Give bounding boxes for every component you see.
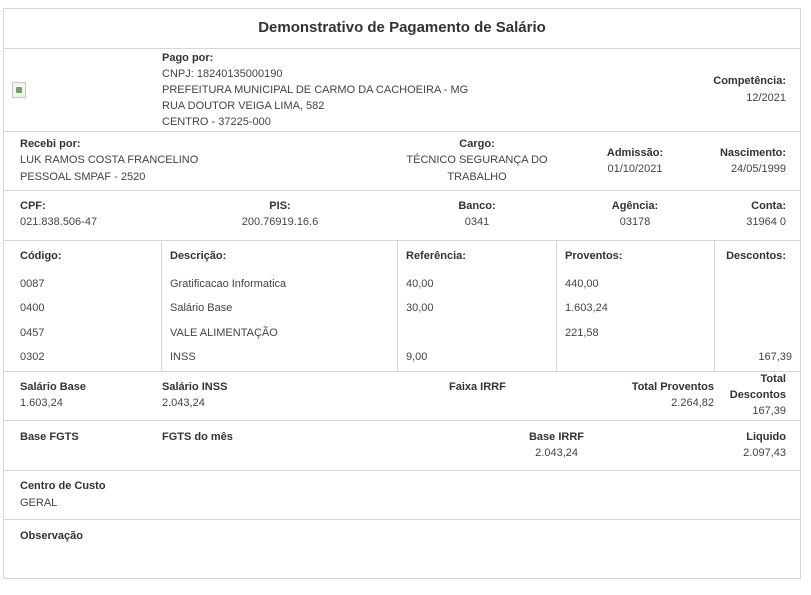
agencia-label: Agência:: [611, 200, 659, 212]
divider: [4, 470, 800, 471]
cell-proventos: 440,00: [565, 278, 599, 290]
payer-name: PREFEITURA MUNICIPAL DE CARMO DA CACHOEI…: [162, 84, 469, 96]
payer-district: CENTRO - 37225-000: [162, 116, 271, 128]
payer-label: Pago por:: [162, 52, 214, 64]
cell-referencia: 40,00: [406, 278, 434, 290]
conta-label: Conta:: [751, 200, 786, 212]
cell-codigo: 0457: [20, 327, 45, 339]
divider: [4, 371, 800, 372]
admissao-value: 01/10/2021: [607, 163, 663, 175]
header-descricao: Descrição:: [170, 250, 227, 262]
header-proventos: Proventos:: [565, 250, 623, 262]
employee-name: LUK RAMOS COSTA FRANCELINO: [20, 154, 199, 166]
conta-value: 31964 0: [746, 216, 786, 228]
salario-inss-label: Salário INSS: [162, 381, 228, 393]
header-descontos: Descontos:: [726, 250, 786, 262]
column-divider: [714, 240, 715, 371]
employee-unit: PESSOAL SMPAF - 2520: [20, 171, 146, 183]
total-descontos-label: Total: [760, 373, 786, 385]
cell-descricao: INSS: [170, 351, 196, 363]
broken-image-icon: [12, 82, 26, 98]
base-irrf-label: Base IRRF: [528, 431, 584, 443]
observacao-label: Observação: [20, 530, 83, 542]
liquido-label: Liquido: [746, 431, 786, 443]
payer-street: RUA DOUTOR VEIGA LIMA, 582: [162, 100, 325, 112]
pis-label: PIS:: [269, 200, 291, 212]
salario-inss-value: 2.043,24: [162, 397, 205, 409]
cargo-label: Cargo:: [459, 138, 495, 150]
column-divider: [397, 240, 398, 371]
column-divider: [556, 240, 557, 371]
cell-descricao: Gratificacao Informatica: [170, 278, 287, 290]
divider: [4, 420, 800, 421]
cargo-line2: TRABALHO: [447, 171, 507, 183]
divider: [4, 131, 800, 132]
fgts-mes-label: FGTS do mês: [162, 431, 233, 443]
salario-base-value: 1.603,24: [20, 397, 63, 409]
divider: [4, 48, 800, 49]
cell-codigo: 0302: [20, 351, 45, 363]
salario-base-label: Salário Base: [20, 381, 87, 393]
competencia-value: 12/2021: [746, 92, 786, 104]
competencia-label: Competência:: [713, 75, 786, 87]
divider: [4, 240, 800, 241]
admissao-label: Admissão:: [606, 147, 664, 159]
base-irrf-value: 2.043,24: [535, 447, 578, 459]
cpf-value: 021.838.506-47: [20, 216, 98, 228]
centro-custo-value: GERAL: [20, 497, 58, 509]
cargo-line1: TÉCNICO SEGURANÇA DO: [406, 154, 548, 166]
liquido-value: 2.097,43: [743, 447, 786, 459]
cell-descricao: VALE ALIMENTAÇÃO: [170, 327, 278, 339]
nascimento-label: Nascimento:: [719, 147, 786, 159]
cell-descontos: 167,39: [758, 351, 792, 363]
divider: [4, 190, 800, 191]
faixa-irrf-label: Faixa IRRF: [449, 381, 506, 393]
cell-descricao: Salário Base: [170, 302, 233, 314]
total-descontos-label: Descontos: [729, 389, 786, 401]
payslip: Demonstrativo de Pagamento de Salário Pa…: [3, 8, 801, 579]
header-codigo: Código:: [20, 250, 62, 262]
nascimento-value: 24/05/1999: [730, 163, 786, 175]
employee-label: Recebi por:: [20, 138, 81, 150]
divider: [4, 519, 800, 520]
payer-cnpj: CNPJ: 18240135000190: [162, 68, 283, 80]
cell-referencia: 30,00: [406, 302, 434, 314]
agencia-value: 03178: [619, 216, 651, 228]
pis-value: 200.76919.16.6: [241, 216, 319, 228]
total-descontos-value: 167,39: [752, 405, 786, 417]
header-referencia: Referência:: [406, 250, 466, 262]
cpf-label: CPF:: [20, 200, 46, 212]
banco-label: Banco:: [458, 200, 496, 212]
cell-referencia: 9,00: [406, 351, 428, 363]
base-fgts-label: Base FGTS: [20, 431, 79, 443]
cell-proventos: 221,58: [565, 327, 599, 339]
column-divider: [161, 240, 162, 371]
banco-value: 0341: [464, 216, 490, 228]
cell-codigo: 0087: [20, 278, 45, 290]
cell-codigo: 0400: [20, 302, 45, 314]
cell-proventos: 1.603,24: [565, 302, 608, 314]
total-proventos-label: Total Proventos: [631, 381, 714, 393]
total-proventos-value: 2.264,82: [671, 397, 714, 409]
centro-custo-label: Centro de Custo: [20, 480, 106, 492]
page-title: Demonstrativo de Pagamento de Salário: [258, 19, 546, 36]
